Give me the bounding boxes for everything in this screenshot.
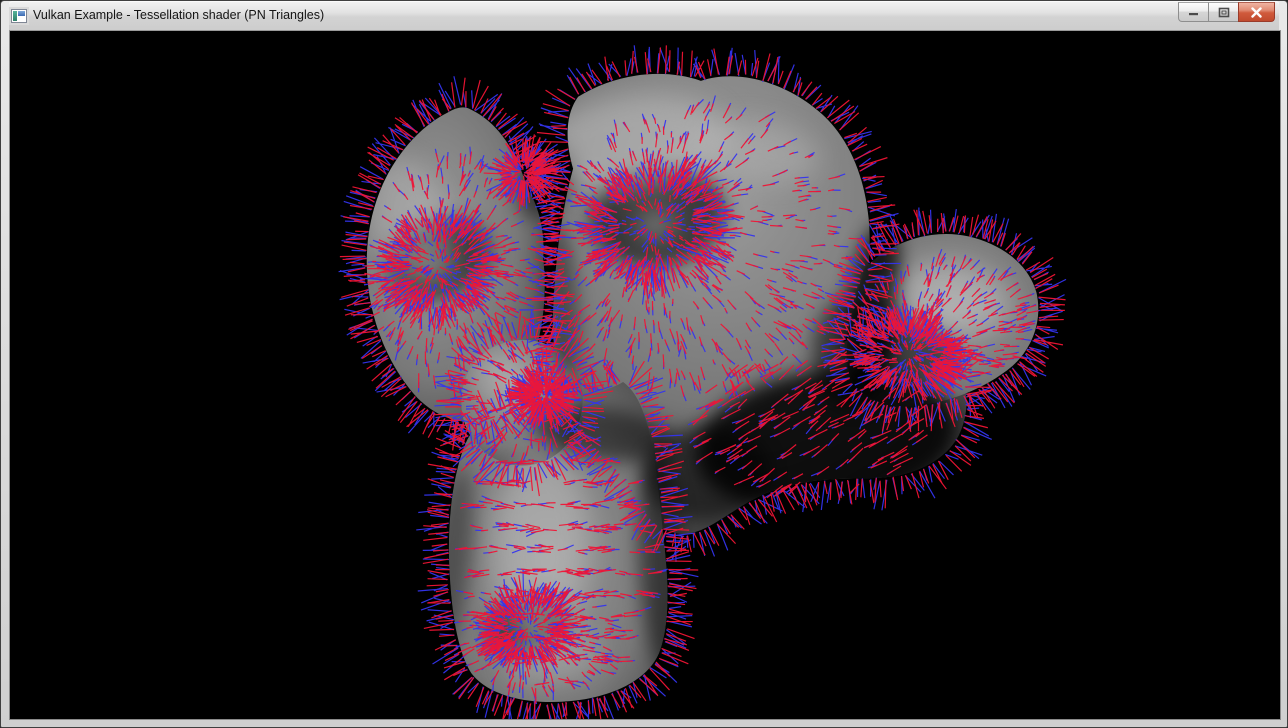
close-button[interactable]: [1238, 2, 1275, 22]
maximize-button[interactable]: [1208, 2, 1239, 22]
app-icon: [11, 9, 27, 23]
window-controls: [1178, 2, 1275, 22]
minimize-button[interactable]: [1178, 2, 1209, 22]
render-viewport[interactable]: [9, 30, 1281, 720]
window-title: Vulkan Example - Tessellation shader (PN…: [33, 1, 324, 30]
close-icon: [1250, 7, 1263, 18]
titlebar[interactable]: Vulkan Example - Tessellation shader (PN…: [9, 1, 1279, 30]
app-window: Vulkan Example - Tessellation shader (PN…: [0, 0, 1288, 728]
minimize-icon: [1188, 7, 1200, 17]
tessellation-model-render: [10, 31, 1280, 719]
maximize-icon: [1218, 7, 1230, 18]
